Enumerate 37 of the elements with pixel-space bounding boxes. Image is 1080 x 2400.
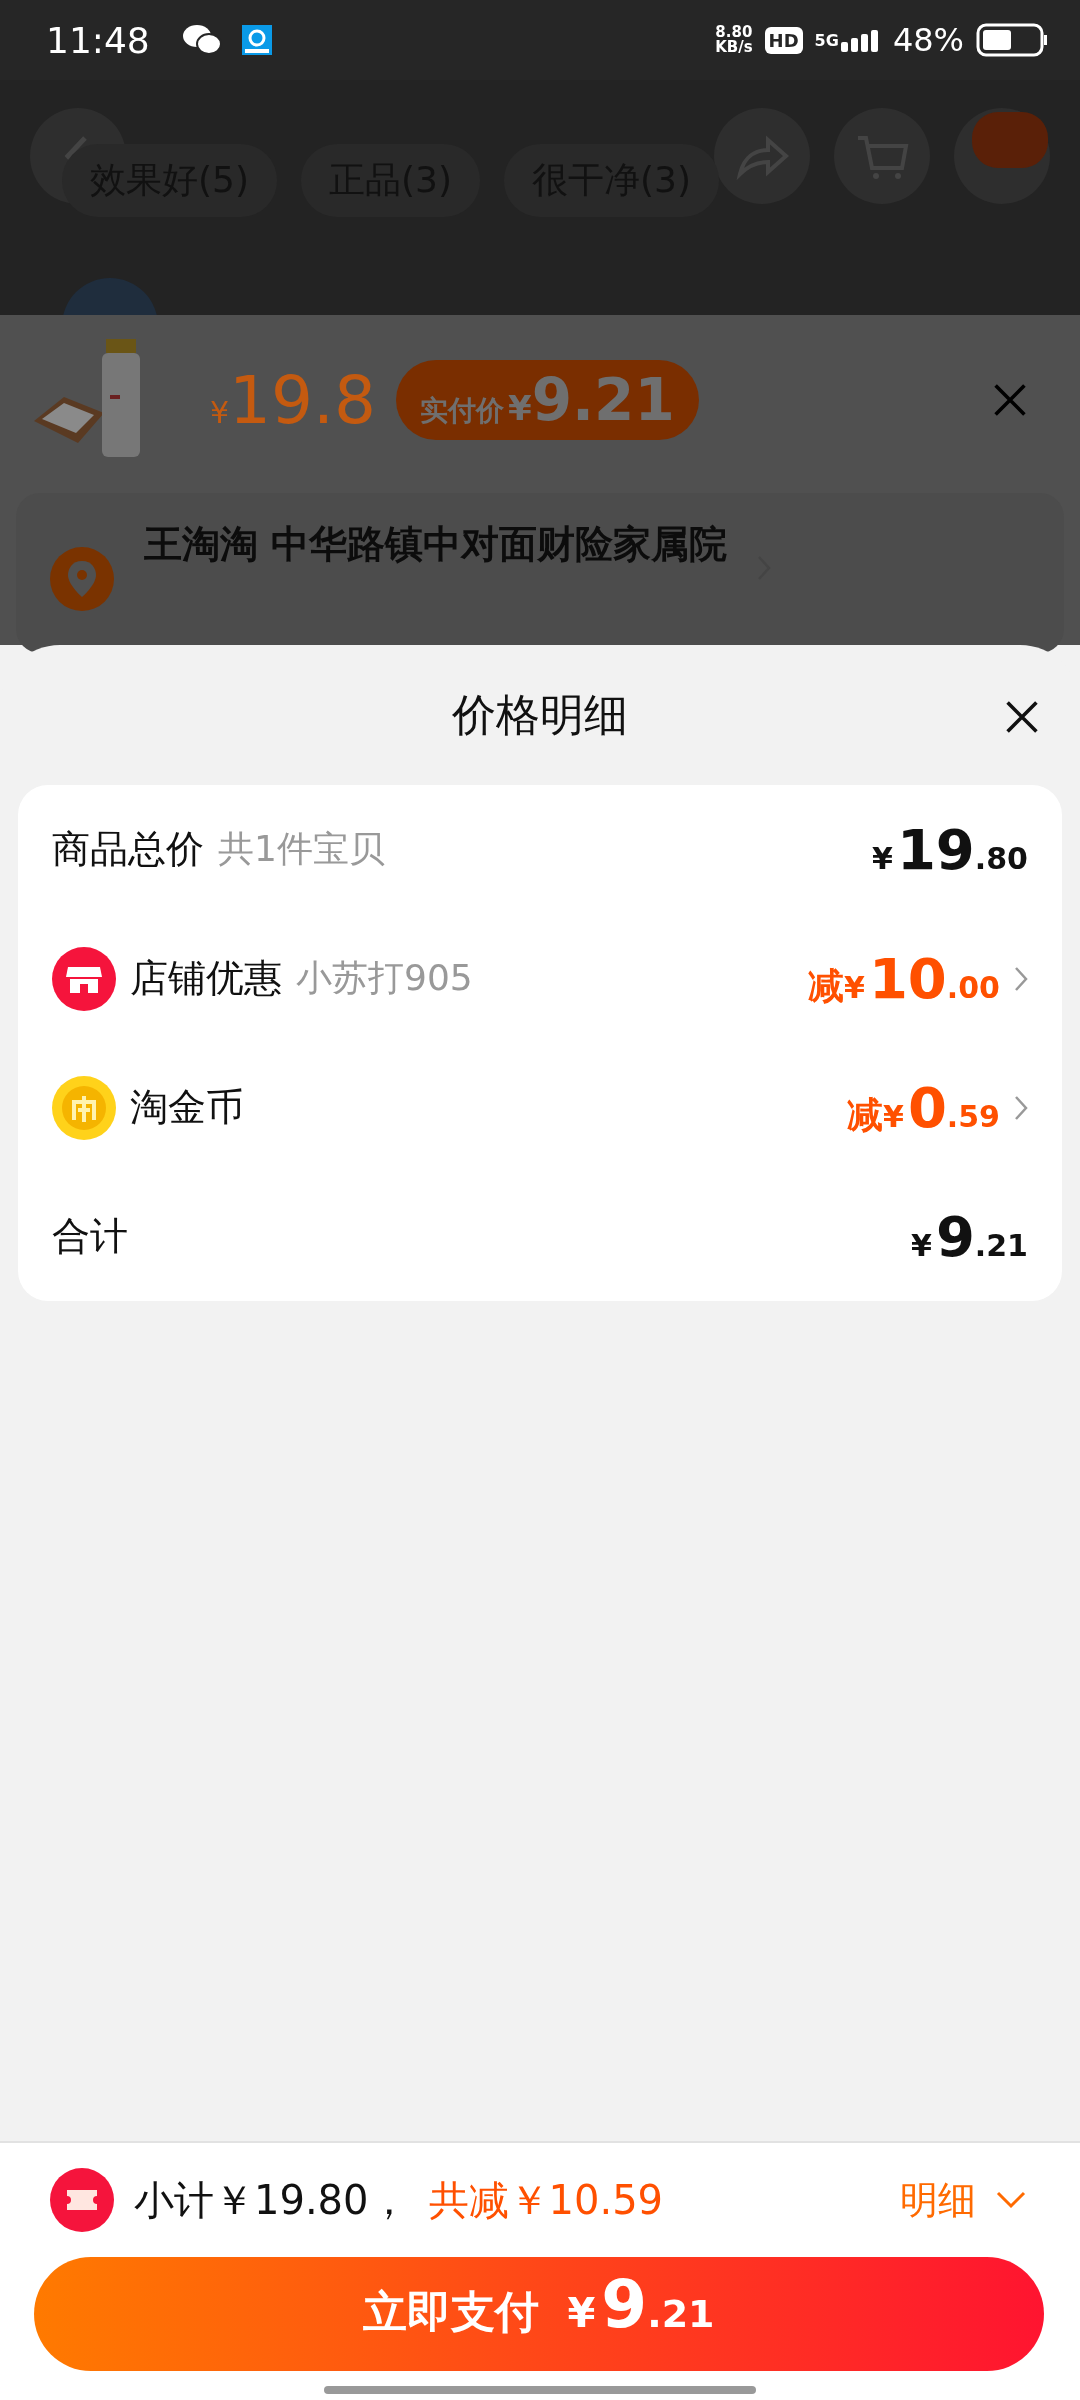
location-pin-icon <box>50 547 114 611</box>
row-label: 淘金币 <box>130 1084 244 1131</box>
chevron-down-icon[interactable] <box>996 2191 1026 2209</box>
shop-icon <box>52 946 116 1011</box>
cart-icon[interactable] <box>834 108 930 204</box>
total-discount-text: 共减￥10.59 <box>428 2175 664 2225</box>
pay-button[interactable]: 立即支付 ¥9.21 <box>34 2257 1044 2371</box>
row-note: 共1件宝贝 <box>218 827 385 871</box>
row-amount: ¥19.80 <box>872 817 1028 882</box>
battery-percent: 48% <box>892 21 964 59</box>
row-note: 小苏打905 <box>296 956 473 1000</box>
chevron-icon[interactable] <box>1014 965 1028 992</box>
row-label: 合计 <box>52 1213 128 1260</box>
address-text: 王淘淘 中华路镇中对面财险家属院 <box>144 521 728 568</box>
details-toggle[interactable]: 明细 <box>900 2174 976 2226</box>
row-label: 商品总价 <box>52 826 204 873</box>
actual-price-badge: 实付价¥9.21 <box>396 360 699 440</box>
close-icon[interactable] <box>1004 699 1040 735</box>
row-amount: 减¥0.59 <box>847 1075 1000 1140</box>
subtotal-text: 小计￥19.80， <box>134 2175 409 2225</box>
app-icon <box>241 25 272 55</box>
hd-badge: HD <box>764 26 803 54</box>
network-speed: 8.80 KB/s <box>715 25 753 55</box>
address-card[interactable]: 王淘淘 中华路镇中对面财险家属院 <box>16 493 1064 653</box>
row-amount: 减¥10.00 <box>808 946 1000 1011</box>
sheet-title: 价格明细 <box>452 687 628 742</box>
share-icon[interactable] <box>714 108 810 204</box>
ticket-icon <box>50 2168 114 2232</box>
product-price: ¥19.8 <box>210 361 377 439</box>
status-time: 11:48 <box>46 19 150 61</box>
coin-icon <box>52 1075 116 1140</box>
chevron-icon[interactable] <box>1014 1094 1028 1121</box>
battery-icon <box>976 23 1048 57</box>
signal-icon <box>840 28 881 52</box>
row-amount: ¥9.21 <box>911 1204 1028 1269</box>
network-type: 5G <box>814 30 839 50</box>
row-label: 店铺优惠 <box>130 955 282 1002</box>
